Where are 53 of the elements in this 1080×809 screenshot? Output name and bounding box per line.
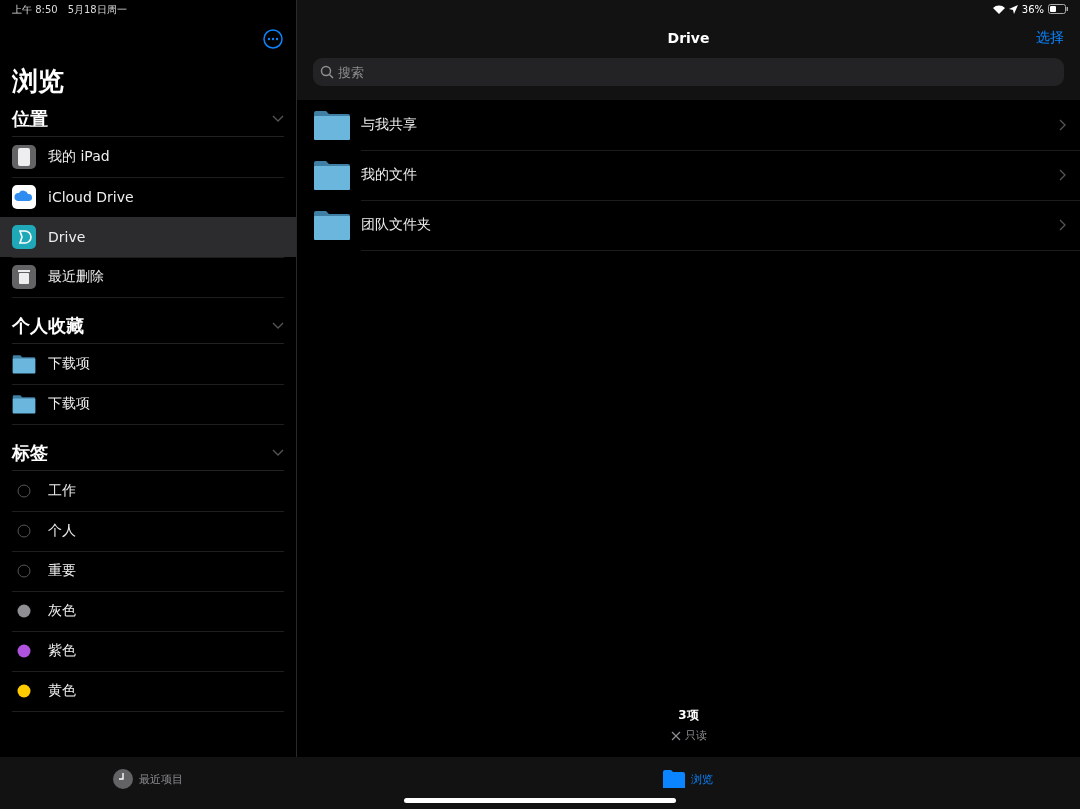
item-count: 3项: [678, 707, 699, 724]
sidebar-item[interactable]: Drive: [0, 217, 296, 257]
section-title: 标签: [12, 441, 48, 465]
status-time: 上午 8:50: [12, 3, 58, 17]
sidebar-item[interactable]: 最近删除: [0, 257, 296, 297]
folder-icon: [313, 109, 351, 141]
sidebar-item[interactable]: 紫色: [0, 631, 296, 671]
sidebar-item[interactable]: 我的 iPad: [0, 137, 296, 177]
tag-circle: [17, 483, 31, 498]
nav-title: Drive: [667, 30, 710, 46]
folder-row[interactable]: 我的文件: [297, 150, 1080, 200]
sidebar-item[interactable]: 下载项: [0, 384, 296, 424]
download-folder-icon: [12, 353, 36, 374]
chevron-icon[interactable]: [272, 115, 284, 123]
trash-icon: [12, 264, 36, 289]
search-field[interactable]: 搜索: [313, 58, 1064, 86]
clock-icon: [113, 769, 133, 789]
download-folder-icon: [12, 393, 36, 414]
more-icon[interactable]: [263, 29, 283, 49]
search-icon: [320, 65, 334, 79]
sidebar-item[interactable]: 重要: [0, 551, 296, 591]
tab-item[interactable]: 最近项目: [113, 763, 183, 795]
battery-percent: 36%: [1021, 3, 1044, 15]
status-date: 5月18日周一: [67, 3, 127, 17]
folder-row[interactable]: 与我共享: [297, 100, 1080, 150]
sidebar-item[interactable]: 下载项: [0, 344, 296, 384]
section-title: 个人收藏: [12, 314, 84, 338]
tag-circle: [17, 523, 31, 538]
section-title: 位置: [12, 107, 48, 131]
sidebar-title: 浏览: [11, 65, 65, 98]
chevron-icon[interactable]: [272, 449, 284, 457]
drive-app-icon: [12, 224, 36, 249]
sidebar-item[interactable]: 个人: [0, 511, 296, 551]
chevron-right-icon: [1059, 218, 1066, 231]
folder-icon: [663, 770, 685, 788]
read-only-note: 只读: [684, 728, 707, 743]
chevron-icon[interactable]: [272, 322, 284, 330]
chevron-right-icon: [1059, 168, 1066, 181]
cloud-icon: [12, 184, 36, 209]
folder-icon: [313, 209, 351, 241]
tag-circle: [17, 563, 31, 578]
wifi-icon: [992, 4, 1005, 14]
chevron-right-icon: [1059, 118, 1066, 131]
folder-row[interactable]: 团队文件夹: [297, 200, 1080, 250]
folder-icon: [313, 159, 351, 191]
sidebar-item[interactable]: 工作: [0, 471, 296, 511]
select-button[interactable]: 选择: [1036, 29, 1064, 47]
ipad-icon: [12, 144, 36, 169]
battery-icon: [1048, 4, 1068, 14]
tab-item[interactable]: 浏览: [663, 763, 713, 795]
sidebar-item[interactable]: 灰色: [0, 591, 296, 631]
sidebar-item[interactable]: 黄色: [0, 671, 296, 711]
location-icon: [1008, 4, 1018, 14]
